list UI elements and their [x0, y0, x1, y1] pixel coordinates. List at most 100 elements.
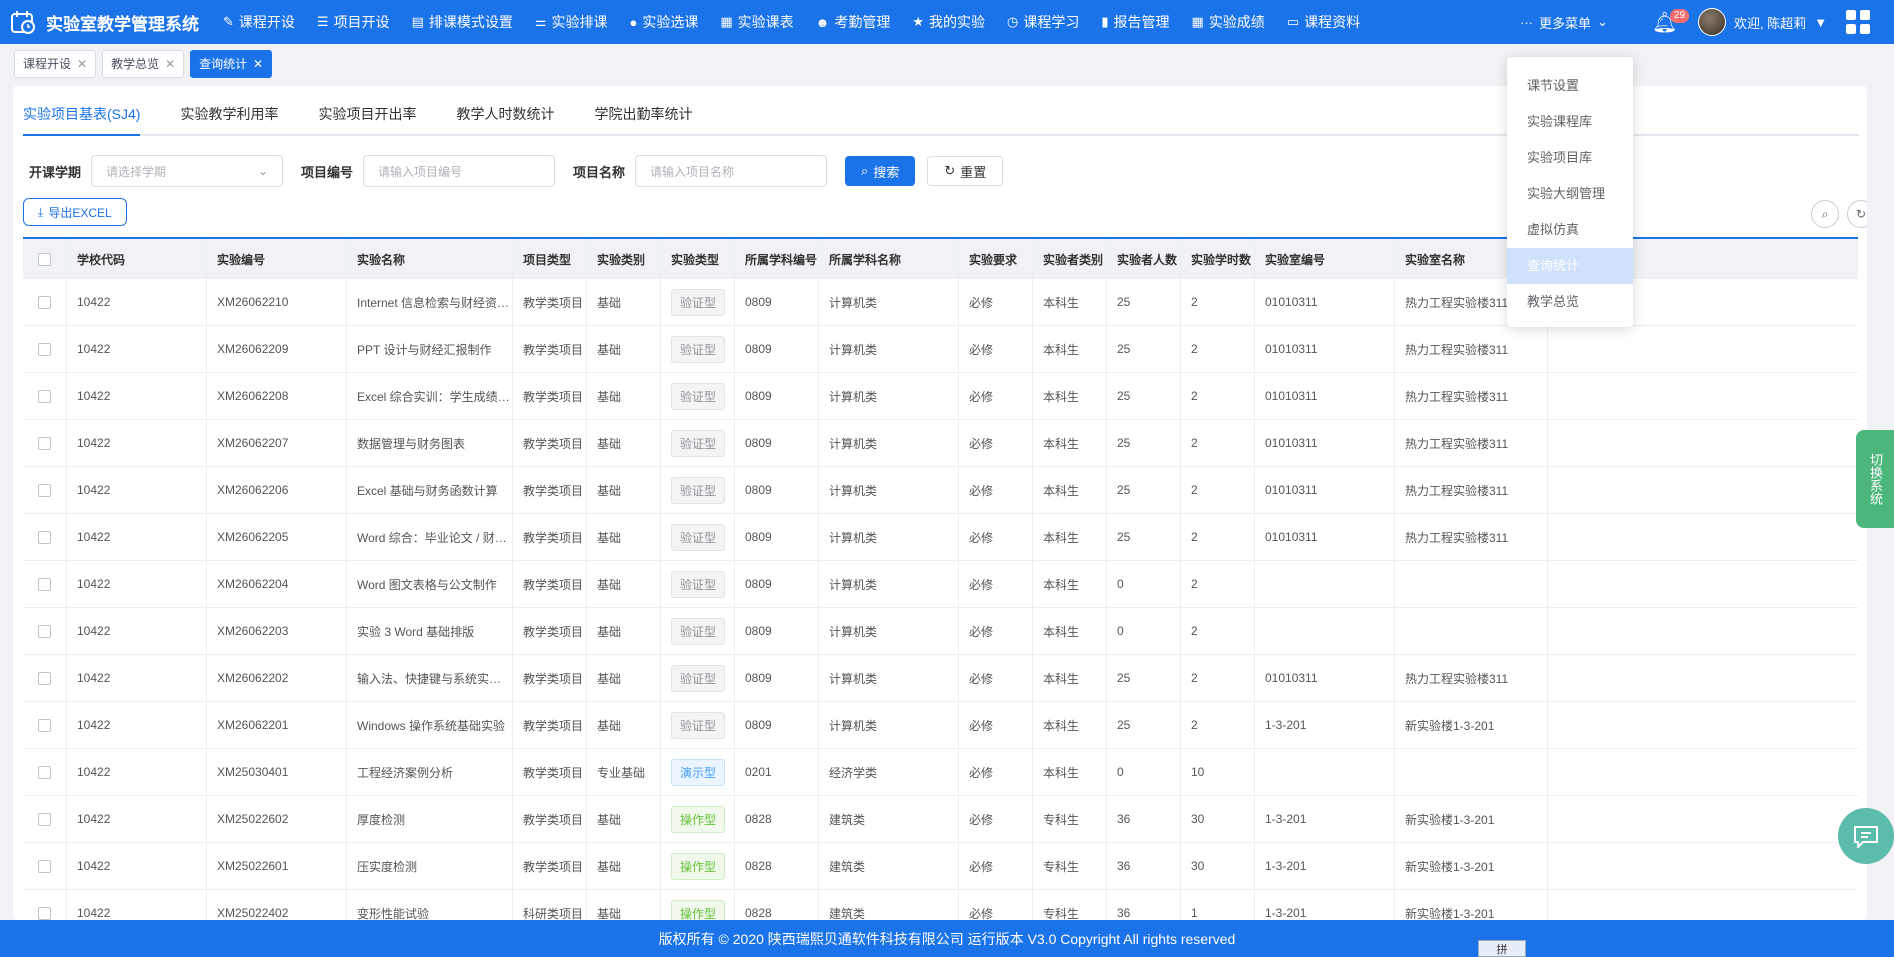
row-select-cell[interactable]	[23, 326, 67, 372]
row-checkbox[interactable]	[38, 436, 51, 450]
row-checkbox[interactable]	[38, 671, 51, 685]
row-checkbox[interactable]	[38, 718, 51, 732]
row-checkbox[interactable]	[38, 530, 51, 544]
nav-item[interactable]: ▦ 实验课表	[709, 0, 804, 44]
row-checkbox[interactable]	[38, 906, 51, 920]
row-select-cell[interactable]	[23, 843, 67, 889]
row-checkbox[interactable]	[38, 295, 51, 309]
reset-button[interactable]: ↻ 重置	[927, 156, 1004, 186]
nav-item-label: 实验排课	[551, 14, 608, 30]
nav-item[interactable]: ◷ 课程学习	[996, 0, 1090, 44]
close-icon[interactable]: ✕	[77, 51, 87, 77]
nav-item[interactable]: ● 实验选课	[619, 0, 710, 44]
cell-text: 基础	[597, 671, 622, 686]
table-row[interactable]: 10422 XM26062208 Excel 综合实训：学生成绩 / 企... 教学类…	[23, 373, 1858, 420]
sub-tab[interactable]: 学院出勤率统计	[594, 104, 712, 134]
row-select-cell[interactable]	[23, 279, 67, 325]
row-select-cell[interactable]	[23, 514, 67, 560]
dropdown-item[interactable]: 虚拟仿真	[1507, 212, 1633, 248]
code-input[interactable]: 请输入项目编号	[363, 155, 556, 187]
table-row[interactable]: 10422 XM26062205 Word 综合：毕业论文 / 财务报... 教学类项…	[23, 514, 1858, 561]
row-checkbox[interactable]	[38, 342, 51, 356]
tag-view-item[interactable]: 查询统计 ✕	[190, 50, 273, 78]
cell-text: 必修	[969, 342, 994, 357]
dropdown-item[interactable]: 实验大纲管理	[1507, 176, 1633, 212]
row-checkbox[interactable]	[38, 859, 51, 873]
nav-item[interactable]: ★ 我的实验	[901, 0, 996, 44]
row-checkbox[interactable]	[38, 577, 51, 591]
refresh-table-icon[interactable]: ↻	[1847, 200, 1867, 228]
nav-item[interactable]: ▮ 报告管理	[1090, 0, 1180, 44]
nav-item[interactable]: ▤ 排课模式设置	[401, 0, 524, 44]
sub-tab[interactable]: 实验项目基表(SJ4)	[23, 104, 160, 136]
row-select-cell[interactable]	[23, 749, 67, 795]
cell-text: 基础	[597, 483, 622, 498]
term-select[interactable]: 请选择学期 ⌄	[91, 155, 284, 187]
row-select-cell[interactable]	[23, 796, 67, 842]
table-cell: 01010311	[1255, 655, 1395, 701]
row-checkbox[interactable]	[38, 389, 51, 403]
sub-tab[interactable]: 实验教学利用率	[180, 104, 298, 134]
dropdown-item[interactable]: 实验项目库	[1507, 140, 1633, 176]
search-button[interactable]: ⌕ 搜索	[845, 156, 916, 186]
dropdown-item[interactable]: 教学总览	[1507, 284, 1633, 320]
table-row[interactable]: 10422 XM26062201 Windows 操作系统基础实验 教学类项目 基础 验证…	[23, 702, 1858, 749]
row-select-cell[interactable]	[23, 655, 67, 701]
table-cell: XM26062202	[207, 655, 347, 701]
avatar[interactable]	[1698, 8, 1726, 36]
table-row[interactable]: 10422 XM25030401 工程经济案例分析 教学类项目 专业基础 演示型 0201 经…	[23, 749, 1858, 796]
table-row[interactable]: 10422 XM25022402 变形性能试验 科研类项目 基础 操作型 0828 建筑类 必修…	[23, 890, 1858, 920]
table-row[interactable]: 10422 XM25022601 压实度检测 教学类项目 基础 操作型 0828 建筑类 必修 专…	[23, 843, 1858, 890]
table-row[interactable]: 10422 XM26062203 实验 3 Word 基础排版 教学类项目 基础 验证型 0…	[23, 608, 1858, 655]
cell-text: XM26062204	[217, 577, 289, 591]
sub-tab[interactable]: 实验项目开出率	[318, 104, 436, 134]
dropdown-item[interactable]: 课节设置	[1507, 68, 1633, 104]
table-row[interactable]: 10422 XM26062206 Excel 基础与财务函数计算 教学类项目 基础 验证型…	[23, 467, 1858, 514]
row-select-cell[interactable]	[23, 561, 67, 607]
dropdown-item[interactable]: 实验课程库	[1507, 104, 1633, 140]
table-row[interactable]: 10422 XM26062204 Word 图文表格与公文制作 教学类项目 基础 验证型 0…	[23, 561, 1858, 608]
row-checkbox[interactable]	[38, 765, 51, 779]
row-checkbox[interactable]	[38, 812, 51, 826]
export-excel-button[interactable]: ⤓ 导出EXCEL	[23, 198, 127, 226]
nav-item[interactable]: ☻ 考勤管理	[805, 0, 902, 44]
row-checkbox[interactable]	[38, 624, 51, 638]
close-icon[interactable]: ✕	[165, 51, 175, 77]
row-select-cell[interactable]	[23, 608, 67, 654]
search-toggle-icon[interactable]: ⌕	[1811, 200, 1839, 228]
tag-view-item[interactable]: 课程开设 ✕	[14, 50, 97, 78]
more-menu-button[interactable]: ··· 更多菜单 ⌄	[1520, 0, 1608, 44]
nav-item[interactable]: ⚌ 实验排课	[524, 0, 619, 44]
nav-item[interactable]: ☰ 项目开设	[306, 0, 401, 44]
select-all-checkbox[interactable]	[38, 252, 51, 266]
table-row[interactable]: 10422 XM26062209 PPT 设计与财经汇报制作 教学类项目 基础 验证型 08…	[23, 326, 1858, 373]
table-row[interactable]: 10422 XM26062202 输入法、快捷键与系统实用工具 教学类项目 基础 验证型 0…	[23, 655, 1858, 702]
row-select-cell[interactable]	[23, 420, 67, 466]
table-row[interactable]: 10422 XM26062207 数据管理与财务图表 教学类项目 基础 验证型 0809 计算…	[23, 420, 1858, 467]
nav-item[interactable]: ✎ 课程开设	[212, 0, 306, 44]
table-row[interactable]: 10422 XM25022602 厚度检测 教学类项目 基础 操作型 0828 建筑类 必修 专科…	[23, 796, 1858, 843]
row-select-cell[interactable]	[23, 890, 67, 920]
table-cell	[1395, 561, 1548, 607]
sub-tab[interactable]: 教学人时数统计	[456, 104, 574, 134]
table-cell: Word 图文表格与公文制作	[347, 561, 513, 607]
row-select-cell[interactable]	[23, 467, 67, 513]
user-menu[interactable]: 欢迎, 陈超莉 ▼	[1734, 0, 1827, 44]
chat-button[interactable]	[1838, 808, 1894, 864]
nav-item[interactable]: ▭ 课程资料	[1276, 0, 1371, 44]
app-logo[interactable]: 实验室教学管理系统	[0, 9, 212, 35]
table-cell: 必修	[959, 279, 1033, 325]
apps-grid-icon[interactable]	[1846, 10, 1870, 34]
name-input[interactable]: 请输入项目名称	[635, 155, 828, 187]
row-select-cell[interactable]	[23, 702, 67, 748]
dropdown-item[interactable]: 查询统计	[1507, 248, 1633, 284]
ime-indicator[interactable]: 拼	[1478, 940, 1526, 957]
table-cell: 01010311	[1255, 420, 1395, 466]
switch-system-button[interactable]: 切换系统	[1856, 430, 1894, 528]
row-select-cell[interactable]	[23, 373, 67, 419]
select-all-cell[interactable]	[23, 239, 67, 279]
close-icon[interactable]: ✕	[253, 51, 263, 77]
tag-view-item[interactable]: 教学总览 ✕	[102, 50, 185, 78]
nav-item[interactable]: ▦ 实验成绩	[1181, 0, 1276, 44]
row-checkbox[interactable]	[38, 483, 51, 497]
